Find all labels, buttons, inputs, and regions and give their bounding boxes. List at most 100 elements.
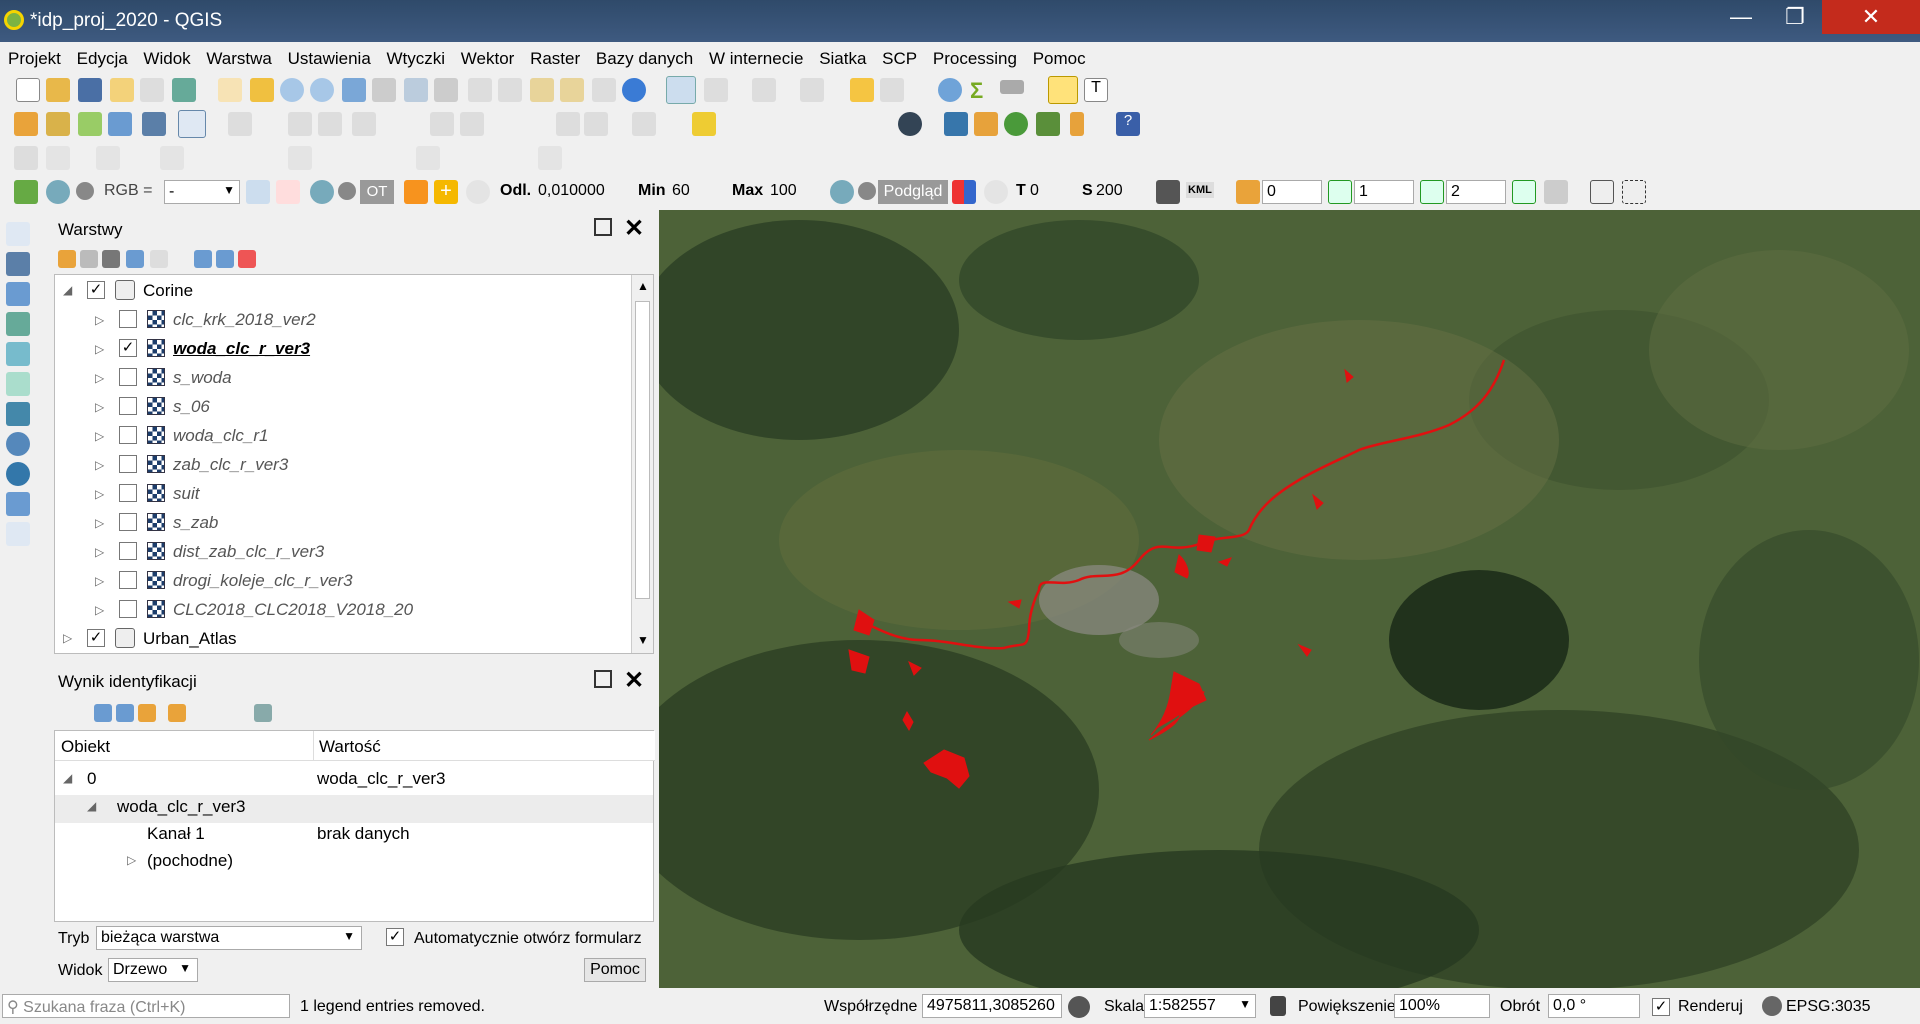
scp-ot-toggle-icon[interactable]	[338, 182, 356, 200]
close-panel-icon[interactable]: ✕	[624, 214, 644, 243]
open-project-icon[interactable]	[46, 78, 70, 102]
scp-preview-toggle-icon[interactable]	[858, 182, 876, 200]
new-project-icon[interactable]	[16, 78, 40, 102]
filter-expression-icon[interactable]	[150, 250, 168, 268]
layer-checkbox[interactable]	[119, 571, 137, 589]
crs-globe-icon[interactable]	[1762, 996, 1782, 1016]
layer-checkbox[interactable]	[119, 310, 137, 328]
bookmark-icon[interactable]	[592, 78, 616, 102]
menu-edycja[interactable]: Edycja	[77, 43, 128, 69]
menu-raster[interactable]: Raster	[530, 43, 580, 69]
remove-layer-icon[interactable]	[238, 250, 256, 268]
undo-icon[interactable]	[556, 112, 580, 136]
add-arcgis-icon[interactable]	[6, 492, 30, 516]
expand-all-icon[interactable]	[194, 250, 212, 268]
zoom-next-icon[interactable]	[498, 78, 522, 102]
locator-search-input[interactable]: ⚲ Szukana fraza (Ctrl+K)	[2, 994, 290, 1018]
group-corine-label[interactable]: Corine	[143, 281, 193, 309]
sum-statistics-icon[interactable]: Σ	[970, 78, 994, 103]
col-obiekt[interactable]: Obiekt	[61, 737, 110, 757]
expand-new-icon[interactable]	[138, 704, 156, 722]
plugin-torch-icon[interactable]	[974, 112, 998, 136]
rotate-feature-icon[interactable]	[46, 146, 70, 170]
new-vector-icon[interactable]	[6, 222, 30, 246]
scp-preview-zoom-icon[interactable]	[830, 180, 854, 204]
minimize-button[interactable]: —	[1714, 0, 1768, 34]
add-vector-icon[interactable]	[46, 112, 70, 136]
menu-projekt[interactable]: Projekt	[8, 43, 61, 69]
expand-arrow-icon[interactable]: ▷	[95, 516, 104, 530]
toggle-extents-icon[interactable]	[1068, 996, 1090, 1018]
scp-zoom-roi-icon[interactable]	[310, 180, 334, 204]
layer-checkbox[interactable]	[119, 455, 137, 473]
add-group-icon[interactable]	[80, 250, 98, 268]
band-next-icon[interactable]	[1328, 180, 1352, 204]
add-xyz-icon[interactable]	[6, 462, 30, 486]
auto-open-form-checkbox[interactable]: ✓	[386, 928, 404, 946]
select-features-icon[interactable]	[704, 78, 728, 102]
stats-panel-icon[interactable]	[880, 78, 904, 102]
reshape-icon[interactable]	[538, 146, 562, 170]
expand-arrow-icon[interactable]: ▷	[95, 487, 104, 501]
scp-zoom-icon[interactable]	[46, 180, 70, 204]
add-vector-layer-icon[interactable]	[178, 110, 206, 138]
layer-label[interactable]: zab_clc_r_ver3	[173, 455, 288, 483]
rotation-spinbox[interactable]: 0,0 °	[1548, 994, 1640, 1018]
result-row-3-object[interactable]: (pochodne)	[147, 851, 233, 879]
float-panel-icon[interactable]	[594, 670, 612, 688]
layer-label[interactable]: clc_krk_2018_ver2	[173, 310, 316, 338]
map-canvas[interactable]	[659, 210, 1920, 988]
layer-checkbox[interactable]	[119, 484, 137, 502]
layer-checkbox[interactable]	[119, 542, 137, 560]
plugin-sync-icon[interactable]	[1004, 112, 1028, 136]
advanced-digitizing-icon[interactable]	[14, 146, 38, 170]
result-row-0-object[interactable]: 0	[87, 769, 96, 797]
add-virtual-icon[interactable]	[6, 522, 30, 546]
scp-redo-preview-icon[interactable]	[984, 180, 1008, 204]
layer-label[interactable]: CLC2018_CLC2018_V2018_20	[173, 600, 413, 628]
zoom-layer-icon[interactable]	[404, 78, 428, 102]
expand-arrow-icon[interactable]: ▷	[95, 574, 104, 588]
menu-scp[interactable]: SCP	[882, 43, 917, 69]
menu-pomoc[interactable]: Pomoc	[1033, 43, 1086, 69]
scroll-down-icon[interactable]: ▼	[637, 633, 649, 647]
layer-checkbox[interactable]	[119, 397, 137, 415]
scp-roi-draw-icon[interactable]	[404, 180, 428, 204]
add-ring-icon[interactable]	[160, 146, 184, 170]
split-features-icon[interactable]	[288, 146, 312, 170]
band-calc-icon[interactable]	[1236, 180, 1260, 204]
menu-widok[interactable]: Widok	[143, 43, 190, 69]
scroll-thumb[interactable]	[635, 301, 650, 599]
python-console-icon[interactable]	[944, 112, 968, 136]
pomoc-button[interactable]: Pomoc	[584, 958, 646, 982]
expand-arrow-icon[interactable]: ▷	[63, 631, 72, 645]
layer-label[interactable]: s_woda	[173, 368, 232, 396]
expand-arrow-icon[interactable]: ▷	[95, 603, 104, 617]
menu-warstwa[interactable]: Warstwa	[206, 43, 272, 69]
vertex-tool-icon[interactable]	[352, 112, 376, 136]
menu-wektor[interactable]: Wektor	[461, 43, 515, 69]
scp-screenshot-icon[interactable]	[1622, 180, 1646, 204]
band-next-3-icon[interactable]	[1512, 180, 1536, 204]
zoom-last-icon[interactable]	[468, 78, 492, 102]
style-manager-icon[interactable]	[172, 78, 196, 102]
add-delimited-text-icon[interactable]	[78, 112, 102, 136]
menu-processing[interactable]: Processing	[933, 43, 1017, 69]
cut-icon[interactable]	[460, 112, 484, 136]
identify-features-icon[interactable]	[666, 76, 696, 104]
help-icon[interactable]: ?	[1116, 112, 1140, 136]
field-calculator-icon[interactable]	[850, 78, 874, 102]
s-spinbox[interactable]: 200	[1092, 180, 1142, 204]
layer-label[interactable]: s_zab	[173, 513, 218, 541]
col-wartosc[interactable]: Wartość	[319, 737, 381, 757]
pan-hand-icon[interactable]	[218, 78, 242, 102]
temporal-controller-icon[interactable]	[560, 78, 584, 102]
band-set-2-spinbox[interactable]: 2	[1446, 180, 1506, 204]
redo-icon[interactable]	[584, 112, 608, 136]
group-corine-checkbox[interactable]: ✓	[87, 281, 105, 299]
expand-arrow-icon[interactable]: ▷	[95, 458, 104, 472]
expand-arrow-icon[interactable]: ▷	[95, 342, 104, 356]
float-panel-icon[interactable]	[594, 218, 612, 236]
zoom-native-icon[interactable]	[434, 78, 458, 102]
layer-label[interactable]: dist_zab_clc_r_ver3	[173, 542, 324, 570]
